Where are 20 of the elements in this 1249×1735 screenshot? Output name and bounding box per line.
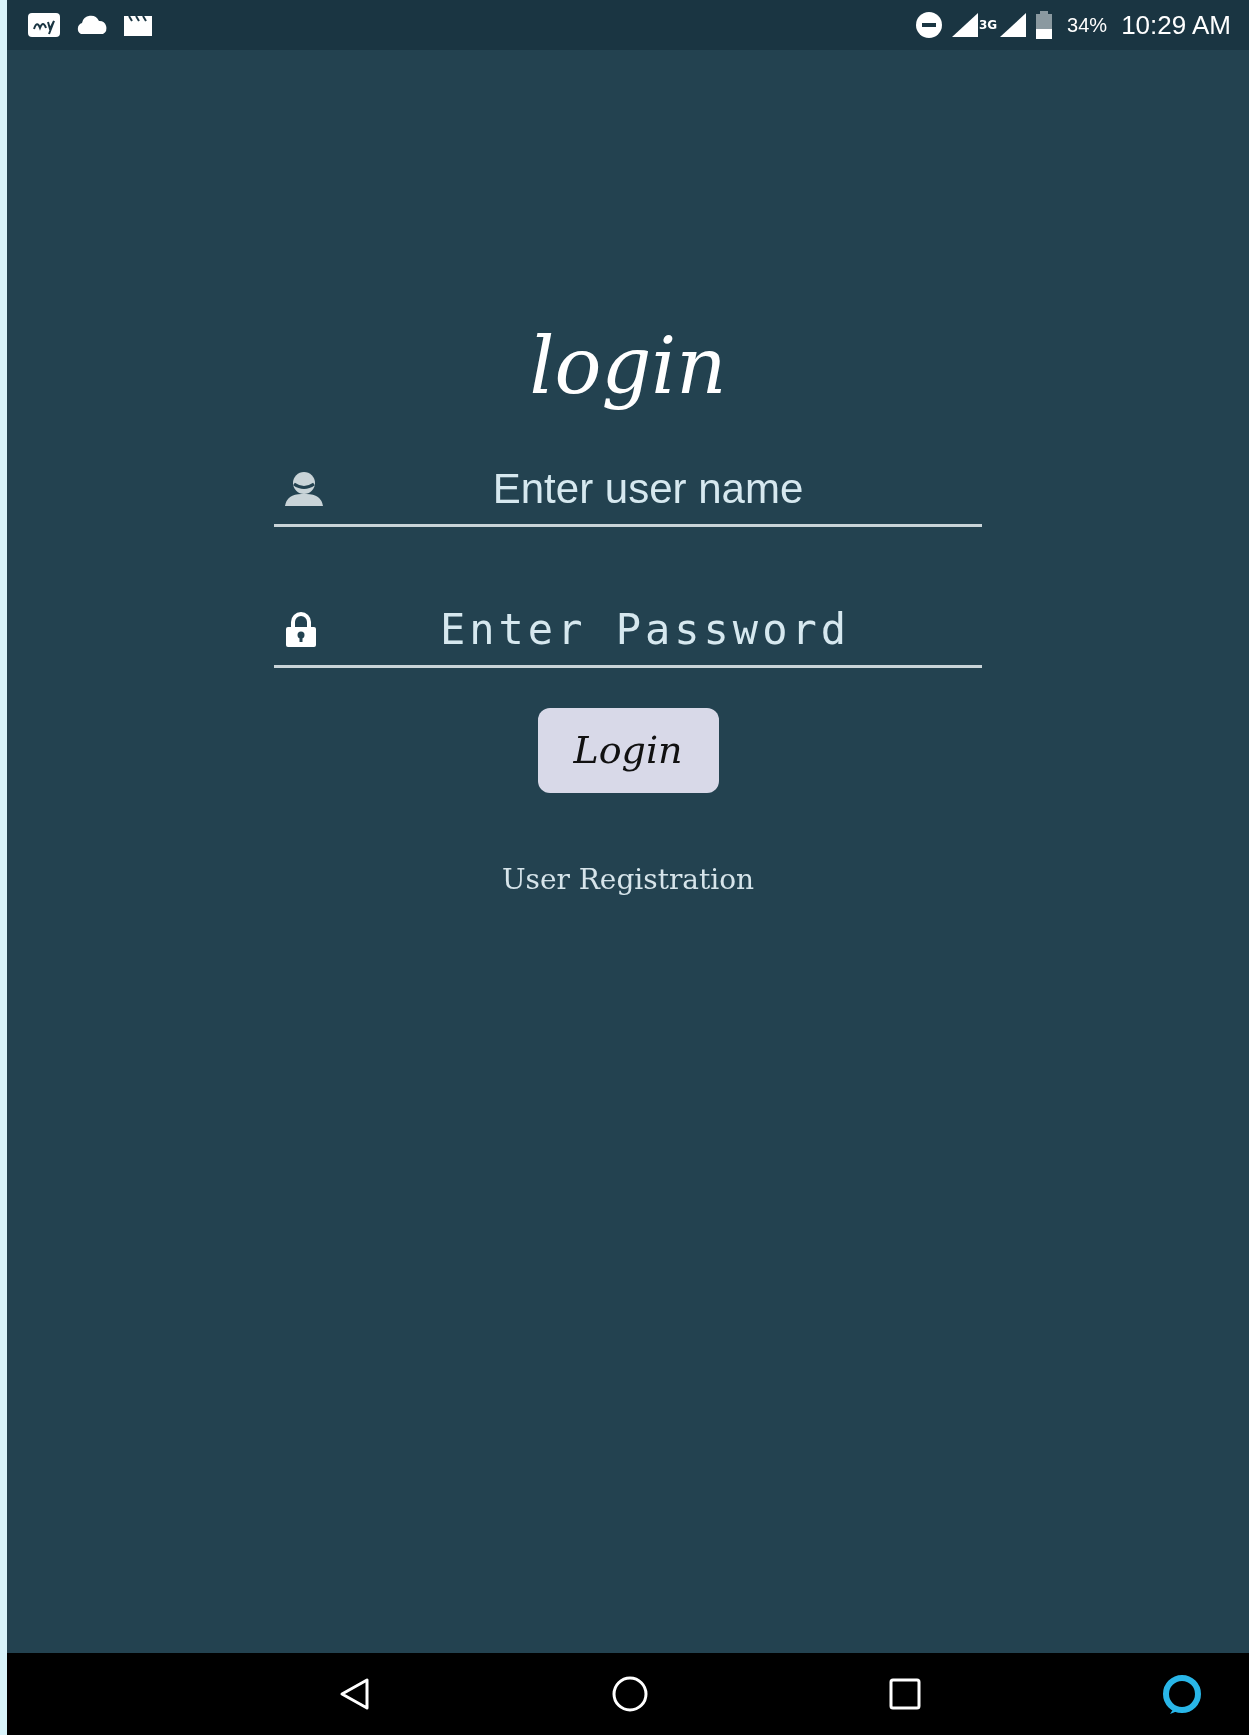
signal-icon: [999, 12, 1028, 38]
user-icon: [284, 470, 324, 507]
home-icon[interactable]: [611, 1675, 650, 1713]
app-logo-icon: [27, 12, 61, 38]
user-registration-link[interactable]: User Registration: [501, 862, 755, 896]
clapperboard-icon: [123, 13, 153, 37]
login-title: login: [529, 320, 727, 413]
cloud-icon: [75, 15, 109, 35]
clock-time: 10:29 AM: [1121, 9, 1231, 41]
login-button[interactable]: Login: [537, 707, 719, 793]
battery-percent: 34%: [1067, 13, 1108, 37]
network-type: 3G: [978, 17, 998, 32]
recent-apps-icon[interactable]: [887, 1677, 922, 1711]
input-field[interactable]: Enter Password: [318, 604, 972, 656]
lock-icon: [284, 611, 318, 648]
input-field[interactable]: Enter user name: [324, 463, 972, 514]
assistant-ring-icon[interactable]: [1160, 1672, 1204, 1716]
signal-icon: [950, 12, 979, 38]
do-not-disturb-icon: [914, 11, 943, 39]
battery-icon: [1035, 11, 1054, 39]
